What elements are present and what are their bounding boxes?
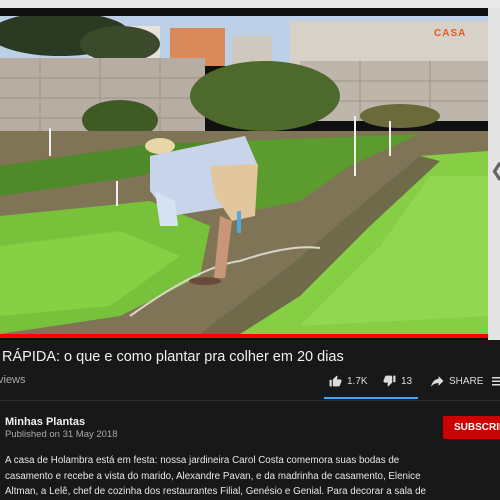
- share-label: SHARE: [449, 375, 484, 387]
- description-line: casamento e recebe a vista do marido, Al…: [5, 470, 421, 482]
- channel-watermark: CASA: [434, 28, 467, 39]
- video-title: RÁPIDA: o que e como plantar pra colher …: [2, 349, 344, 365]
- video-description: A casa de Holambra está em festa: nossa …: [5, 453, 426, 500]
- video-frame: [0, 16, 488, 334]
- description-line: Altman, a Lelê, chef de cozinha dos rest…: [5, 486, 426, 497]
- thumbs-down-icon: [383, 375, 396, 387]
- like-count: 1.7K: [347, 375, 368, 387]
- description-line: A casa de Holambra está em festa: nossa …: [5, 455, 400, 466]
- browser-top-strip: [0, 0, 500, 8]
- more-actions-button[interactable]: [492, 372, 500, 390]
- channel-name[interactable]: Minhas Plantas: [5, 416, 85, 428]
- video-progress-fill: [0, 334, 488, 338]
- thumbs-up-icon: [329, 375, 342, 387]
- divider: [0, 400, 500, 401]
- view-count: views: [0, 374, 26, 386]
- dislike-count: 13: [401, 375, 413, 387]
- chevron-left-icon[interactable]: ❮: [490, 158, 500, 182]
- video-player[interactable]: CASA ❮: [0, 8, 500, 340]
- subscribe-button[interactable]: SUBSCRIBE: [443, 416, 500, 439]
- menu-icon: [492, 377, 500, 386]
- publish-date: Published on 31 May 2018: [5, 429, 118, 440]
- dislike-button[interactable]: 13: [383, 372, 412, 390]
- like-ratio-bar: [324, 397, 418, 399]
- video-progress-bar[interactable]: [0, 334, 488, 338]
- share-button[interactable]: SHARE: [431, 372, 483, 390]
- like-button[interactable]: 1.7K: [329, 372, 368, 390]
- share-arrow-icon: [431, 375, 444, 387]
